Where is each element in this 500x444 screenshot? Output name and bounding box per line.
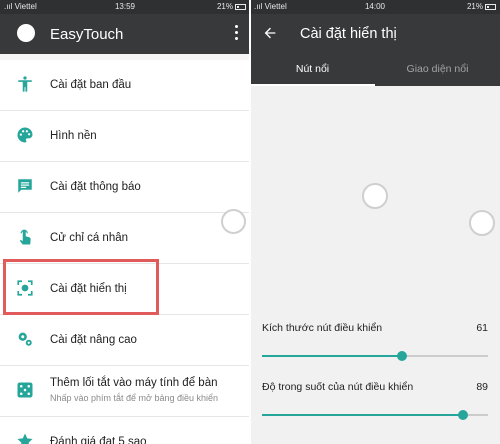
menu-item-label: Cử chỉ cá nhân xyxy=(50,232,129,244)
settings-menu: Cài đặt ban đầu Hình nền Cài đặt thông b… xyxy=(0,60,250,444)
size-slider-label: Kích thước nút điều khiển xyxy=(262,322,383,334)
slider-fill xyxy=(262,414,464,416)
menu-item-subtitle: Nhấp vào phím tắt để mở bảng điều khiển xyxy=(50,393,219,403)
tab-floating-interface[interactable]: Giao diện nổi xyxy=(375,54,500,86)
touch-gesture-icon xyxy=(19,229,31,245)
dice-icon xyxy=(17,382,33,398)
menu-item-label: Cài đặt nâng cao xyxy=(50,334,137,346)
back-arrow-icon[interactable] xyxy=(262,25,278,41)
status-bar: .ııl Viettel 13:59 21% xyxy=(0,0,250,14)
menu-item-label: Hình nền xyxy=(50,130,97,142)
battery-percent: 21% xyxy=(466,2,483,11)
app-bar: EasyTouch xyxy=(0,14,250,54)
menu-item-rate-5-stars[interactable]: Đánh giá đạt 5 sao xyxy=(0,417,250,444)
status-right: 21% xyxy=(217,2,246,11)
slider-fill xyxy=(262,355,403,357)
menu-item-label: Cài đặt ban đầu xyxy=(50,79,132,91)
slider-thumb[interactable] xyxy=(458,410,469,420)
tab-floating-button[interactable]: Nút nổi xyxy=(250,54,375,86)
menu-item-label: Đánh giá đạt 5 sao xyxy=(50,436,147,444)
slider-thumb[interactable] xyxy=(397,351,408,361)
page-title: Cài đặt hiển thị xyxy=(300,26,397,42)
size-setting: Kích thước nút điều khiển 61 xyxy=(250,322,500,362)
status-bar: .ııl Viettel 14:00 21% xyxy=(250,0,500,14)
app-title: EasyTouch xyxy=(50,26,124,43)
size-slider-value: 61 xyxy=(476,322,488,334)
size-slider[interactable] xyxy=(262,351,488,361)
palette-icon xyxy=(17,127,33,143)
menu-item-wallpaper[interactable]: Hình nền xyxy=(0,111,250,162)
settings-gears-icon xyxy=(18,332,32,346)
status-right: 21% xyxy=(467,2,496,11)
transparency-slider[interactable] xyxy=(262,410,488,420)
more-options-icon[interactable] xyxy=(230,22,242,44)
highlight-box xyxy=(3,259,159,315)
menu-item-initial-settings[interactable]: Cài đặt ban đầu xyxy=(0,60,250,111)
button-preview xyxy=(362,183,388,209)
clock: 13:59 xyxy=(114,2,136,11)
menu-item-notification-settings[interactable]: Cài đặt thông báo xyxy=(0,162,250,213)
person-accessibility-icon xyxy=(18,76,32,92)
menu-item-add-shortcut[interactable]: Thêm lối tắt vào máy tính để bàn Nhấp và… xyxy=(0,366,250,417)
menu-item-custom-gestures[interactable]: Cử chỉ cá nhân xyxy=(0,213,250,264)
battery-icon xyxy=(485,4,496,10)
app-bar: Cài đặt hiển thị xyxy=(250,14,500,54)
transparency-slider-value: 89 xyxy=(476,381,488,393)
clock: 14:00 xyxy=(364,2,386,11)
easytouch-main-screen: .ııl Viettel 13:59 21% EasyTouch Cài đặt… xyxy=(0,0,250,444)
star-icon xyxy=(17,433,33,444)
battery-percent: 21% xyxy=(216,2,233,11)
easytouch-logo-icon xyxy=(17,24,35,42)
menu-item-label: Thêm lối tắt vào máy tính để bàn xyxy=(50,377,218,389)
menu-item-label: Cài đặt thông báo xyxy=(50,181,141,193)
transparency-setting: Độ trong suốt của nút điều khiển 89 xyxy=(250,381,500,421)
tab-bar: Nút nổi Giao diện nổi xyxy=(250,54,500,86)
display-settings-screen: .ııl Viettel 14:00 21% Cài đặt hiển thị … xyxy=(250,0,500,444)
battery-icon xyxy=(235,4,246,10)
screen-divider xyxy=(249,0,251,444)
floating-assistive-button[interactable] xyxy=(469,210,495,236)
floating-assistive-button[interactable] xyxy=(221,209,246,234)
chat-message-icon xyxy=(18,179,32,193)
menu-item-advanced-settings[interactable]: Cài đặt nâng cao xyxy=(0,315,250,366)
transparency-slider-label: Độ trong suốt của nút điều khiển xyxy=(262,381,414,393)
